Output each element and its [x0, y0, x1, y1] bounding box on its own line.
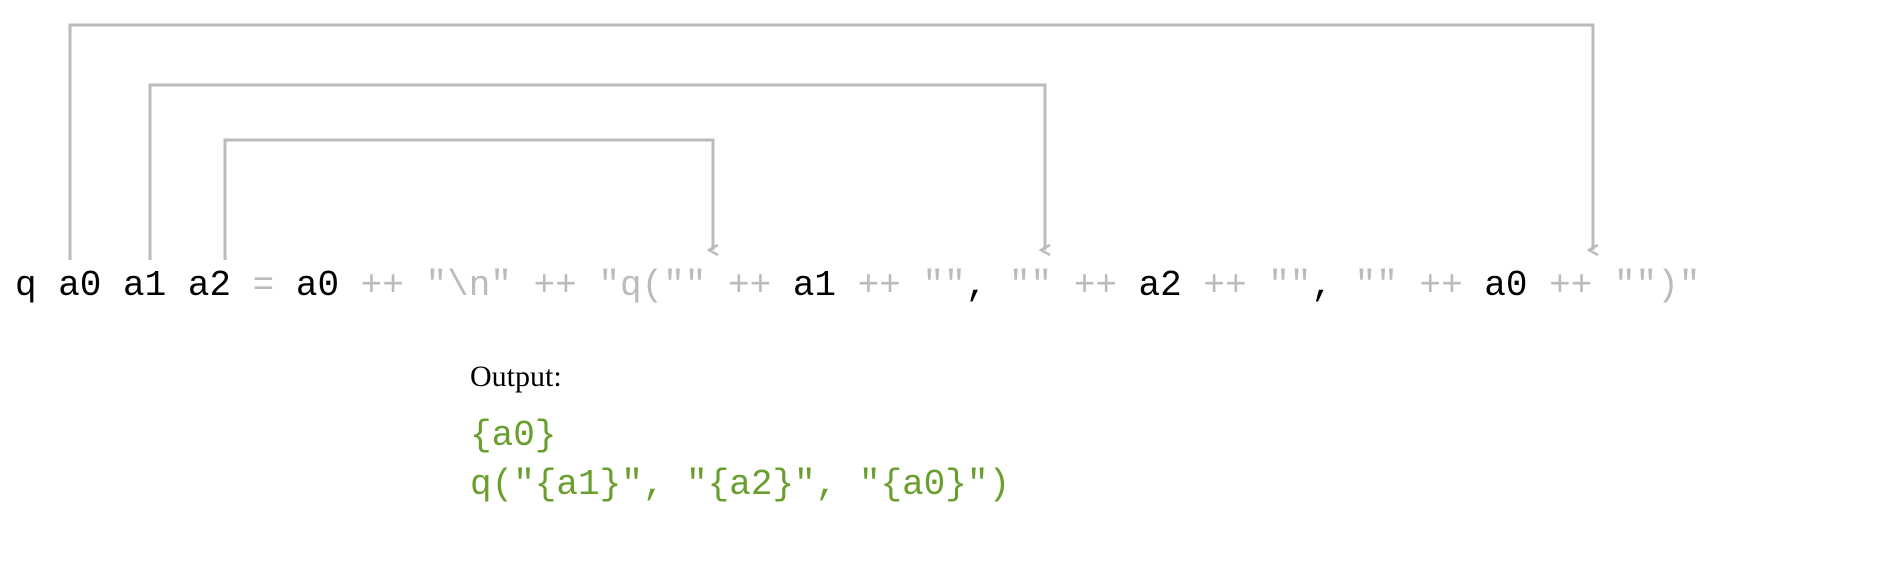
code-token: a2	[1117, 265, 1203, 306]
code-token	[1052, 265, 1074, 306]
code-token	[1592, 265, 1614, 306]
code-token: "")"	[1614, 265, 1700, 306]
code-token	[577, 265, 599, 306]
code-token: ++	[1419, 265, 1462, 306]
code-token: ++	[728, 265, 771, 306]
output-code: {a0} q("{a1}", "{a2}", "{a0}")	[470, 412, 1010, 509]
code-token: a0	[274, 265, 360, 306]
output-line: q("{a1}", "{a2}", "{a0}")	[470, 464, 1010, 505]
code-token	[1247, 265, 1269, 306]
code-token	[706, 265, 728, 306]
code-token: ++	[1074, 265, 1117, 306]
code-token: a0	[1463, 265, 1549, 306]
code-token: ,	[966, 265, 988, 306]
binding-arrow	[70, 25, 1593, 260]
code-token: ++	[858, 265, 901, 306]
code-token	[512, 265, 534, 306]
output-line: {a0}	[470, 415, 556, 456]
code-token	[1333, 265, 1355, 306]
code-token: "q(""	[598, 265, 706, 306]
code-token: "\n"	[426, 265, 512, 306]
code-token: ,	[1311, 265, 1333, 306]
code-token: =	[253, 265, 275, 306]
binding-arrow	[150, 85, 1045, 260]
code-token	[901, 265, 923, 306]
output-label: Output:	[470, 360, 1010, 394]
code-token: ""	[922, 265, 965, 306]
code-token: ""	[1355, 265, 1398, 306]
code-expression: q a0 a1 a2 = a0 ++ "\n" ++ "q("" ++ a1 +…	[15, 265, 1700, 306]
code-token: q a0 a1 a2	[15, 265, 253, 306]
code-token: ++	[361, 265, 404, 306]
output-section: Output: {a0} q("{a1}", "{a2}", "{a0}")	[470, 360, 1010, 509]
binding-arrow	[225, 140, 713, 260]
code-token: ++	[534, 265, 577, 306]
code-token: ++	[1549, 265, 1592, 306]
code-token: ""	[1009, 265, 1052, 306]
arrows-overlay	[0, 0, 1892, 280]
code-token	[404, 265, 426, 306]
code-token	[1398, 265, 1420, 306]
code-token: ++	[1203, 265, 1246, 306]
code-token: a1	[771, 265, 857, 306]
code-token: ""	[1268, 265, 1311, 306]
code-token	[987, 265, 1009, 306]
